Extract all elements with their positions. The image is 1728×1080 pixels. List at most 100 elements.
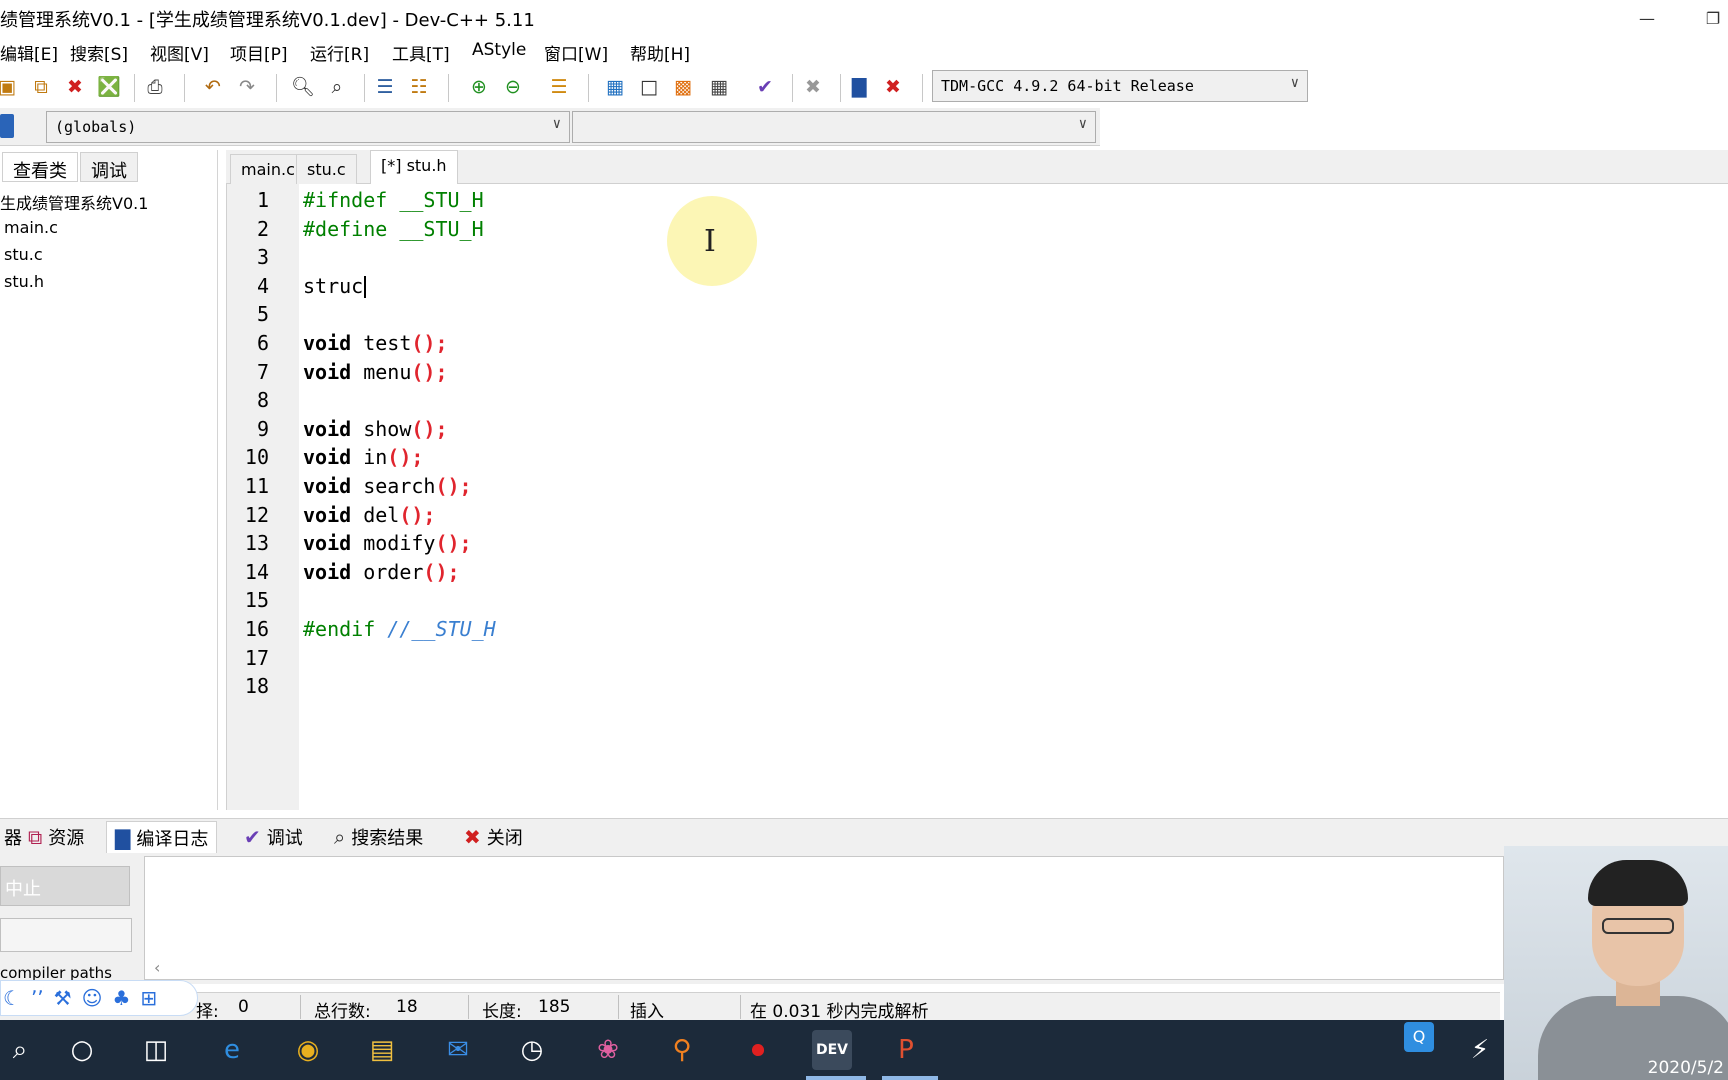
delete-icon[interactable]: ✖ <box>800 74 826 100</box>
tab-resources[interactable]: ⧉ 资源 <box>20 821 92 853</box>
tab-close[interactable]: ✖ 关闭 <box>456 821 531 853</box>
tab-main-c[interactable]: main.c <box>230 154 306 184</box>
chevron-down-icon: ∨ <box>1290 75 1299 91</box>
close-all-icon[interactable]: ❎ <box>96 74 122 100</box>
menu-view[interactable]: 视图[V] <box>150 40 209 65</box>
line-number: 2 <box>256 216 269 241</box>
line-number: 15 <box>244 588 269 613</box>
menu-window[interactable]: 窗口[W] <box>544 40 608 65</box>
compile-run-icon[interactable]: ▩ <box>670 74 696 100</box>
wrench-icon[interactable]: ⚒ <box>54 986 72 1010</box>
qq-icon[interactable]: Q <box>1404 1022 1434 1052</box>
menu-tools[interactable]: 工具[T] <box>392 40 450 65</box>
scroll-left-icon[interactable]: ‹ <box>154 958 160 977</box>
compile-log-output[interactable] <box>144 856 1504 980</box>
tab-compile-log[interactable]: ▇ 编译日志 <box>106 821 218 853</box>
code-text: struc <box>303 273 364 298</box>
task-view-icon[interactable]: ◫ <box>136 1030 176 1070</box>
moon-icon[interactable]: ☾ <box>3 986 21 1010</box>
grid-icon[interactable]: ⊞ <box>140 986 157 1010</box>
menu-project[interactable]: 项目[P] <box>230 40 288 65</box>
menu-edit[interactable]: 编辑[E] <box>0 40 58 65</box>
tab-debug[interactable]: 调试 <box>80 152 138 182</box>
redo-icon[interactable]: ↷ <box>234 74 260 100</box>
record-icon[interactable]: ⏺ <box>738 1030 778 1070</box>
file-explorer-icon[interactable]: ▤ <box>362 1030 402 1070</box>
tab-stu-h[interactable]: [*] stu.h <box>370 150 458 184</box>
compiler-select[interactable]: TDM-GCC 4.9.2 64-bit Release ∨ <box>932 70 1308 102</box>
minimize-icon[interactable]: — <box>1632 4 1662 32</box>
punctuation: (); <box>411 331 448 355</box>
main-toolbar: ▣ ⧉ ✖ ❎ ⎙ ↶ ↷ 🔍︎ ⌕ ☰ ☷ ⊕ ⊖ ☰ ▦ □ ▩ ▦ ✔ ✖… <box>0 66 1728 108</box>
file-stu-h[interactable]: stu.h <box>4 272 44 291</box>
tab-class-view[interactable]: 查看类 <box>2 152 78 182</box>
compile-icon[interactable]: ▦ <box>602 74 628 100</box>
file-main-c[interactable]: main.c <box>4 218 58 237</box>
menu-run[interactable]: 运行[R] <box>310 40 369 65</box>
class-icon <box>0 114 14 138</box>
syntax-check-icon[interactable]: ✔ <box>752 74 778 100</box>
edge-icon[interactable]: e <box>212 1030 252 1070</box>
replace-icon[interactable]: ⌕ <box>324 74 350 100</box>
save-all-icon[interactable]: ⧉ <box>28 74 54 100</box>
secondary-button[interactable] <box>0 918 132 952</box>
cortana-icon[interactable]: ○ <box>62 1030 102 1070</box>
power-icon[interactable]: ⚡ <box>1460 1030 1500 1070</box>
line-number: 13 <box>244 531 269 556</box>
search-app-icon[interactable]: ⚲ <box>662 1030 702 1070</box>
menu-astyle[interactable]: AStyle <box>472 40 526 60</box>
remove-from-project-icon[interactable]: ⊖ <box>500 74 526 100</box>
tab-resources-label: 资源 <box>48 828 85 849</box>
skin-icon[interactable]: ♣ <box>112 986 130 1010</box>
delete-profile-icon[interactable]: ✖ <box>880 74 906 100</box>
rebuild-all-icon[interactable]: ▦ <box>706 74 732 100</box>
color-app-icon[interactable]: ❀ <box>588 1030 628 1070</box>
tab-search-results[interactable]: ⌕ 搜索结果 <box>326 821 431 853</box>
print-icon[interactable]: ⎙ <box>142 74 168 100</box>
code-line: struc <box>303 272 367 301</box>
punctuation: (); <box>411 416 448 441</box>
stop-button-label: 中止 <box>5 879 41 900</box>
undo-icon[interactable]: ↶ <box>200 74 226 100</box>
line-number: 11 <box>244 474 269 498</box>
punctuation: (); <box>435 531 472 556</box>
close-file-icon[interactable]: ✖ <box>62 74 88 100</box>
menu-help[interactable]: 帮助[H] <box>630 40 690 65</box>
stop-button[interactable]: 中止 <box>0 866 130 906</box>
status-length-value: 185 <box>538 997 571 1017</box>
profile-icon[interactable]: ▇ <box>846 74 872 100</box>
line-number: 14 <box>244 559 269 584</box>
devcpp-icon[interactable]: DEV <box>812 1030 852 1070</box>
menu-search[interactable]: 搜索[S] <box>70 40 128 65</box>
restore-icon[interactable]: ❐ <box>1698 4 1728 32</box>
keyword: void <box>303 502 352 527</box>
file-stu-c[interactable]: stu.c <box>4 245 43 264</box>
add-to-project-icon[interactable]: ⊕ <box>466 74 492 100</box>
clock-app-icon[interactable]: ◷ <box>512 1030 552 1070</box>
run-icon[interactable]: □ <box>636 74 662 100</box>
scope-select[interactable]: (globals) ∨ <box>46 111 570 143</box>
compile-log-panel: 中止 ‹ compiler paths <box>0 854 1728 984</box>
chevron-down-icon: ∨ <box>1078 116 1087 132</box>
code-editor[interactable]: 1 2 3 4 5 6 7 8 9 10 11 12 13 14 15 16 1… <box>226 184 1728 810</box>
line-number: 17 <box>244 645 269 670</box>
project-root[interactable]: 生成绩管理系统V0.1 <box>0 190 148 214</box>
mail-icon[interactable]: ✉ <box>438 1030 478 1070</box>
tab-debug-bottom[interactable]: ✔ 调试 <box>236 821 311 853</box>
status-bar: 择: 0 总行数: 18 长度: 185 插入 在 0.031 秒内完成解析 <box>0 992 1500 1022</box>
function-select[interactable]: ∨ <box>572 111 1096 143</box>
find-icon[interactable]: 🔍︎ <box>290 74 316 100</box>
status-lines-label: 总行数: <box>314 1002 371 1022</box>
chrome-icon[interactable]: ◉ <box>288 1030 328 1070</box>
powerpoint-icon[interactable]: P <box>886 1030 926 1070</box>
indent-icon[interactable]: ☰ <box>372 74 398 100</box>
project-options-icon[interactable]: ☰ <box>546 74 572 100</box>
punctuation-icon[interactable]: ʼʼ <box>31 986 44 1010</box>
search-icon[interactable]: ⌕ <box>0 1030 40 1070</box>
save-icon[interactable]: ▣ <box>0 74 20 100</box>
ibeam-cursor-icon: I <box>704 224 716 259</box>
tab-search-results-label: 搜索结果 <box>351 828 424 849</box>
unindent-icon[interactable]: ☷ <box>406 74 432 100</box>
emoji-icon[interactable]: ☺ <box>82 986 103 1010</box>
tab-stu-c[interactable]: stu.c <box>296 154 357 184</box>
